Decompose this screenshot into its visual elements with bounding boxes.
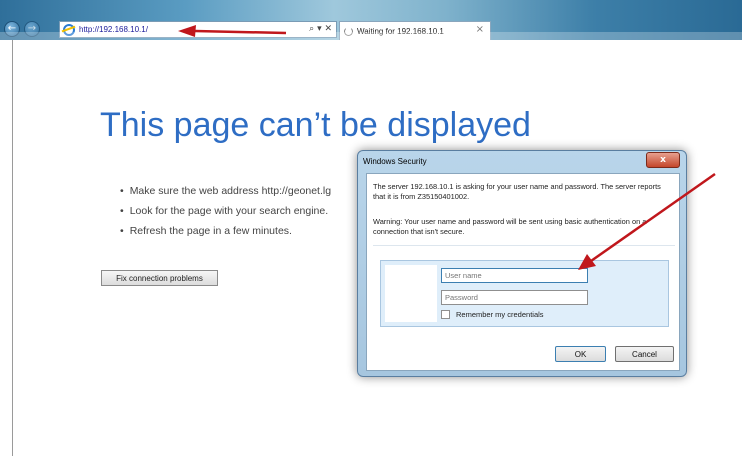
screen: ← → http://192.168.10.1/ ⌕ ▾ ✕ Waiting f…	[0, 0, 742, 456]
annotation-arrow-username	[578, 172, 716, 270]
annotation-arrow-url	[178, 25, 287, 37]
annotation-arrows	[178, 25, 716, 270]
